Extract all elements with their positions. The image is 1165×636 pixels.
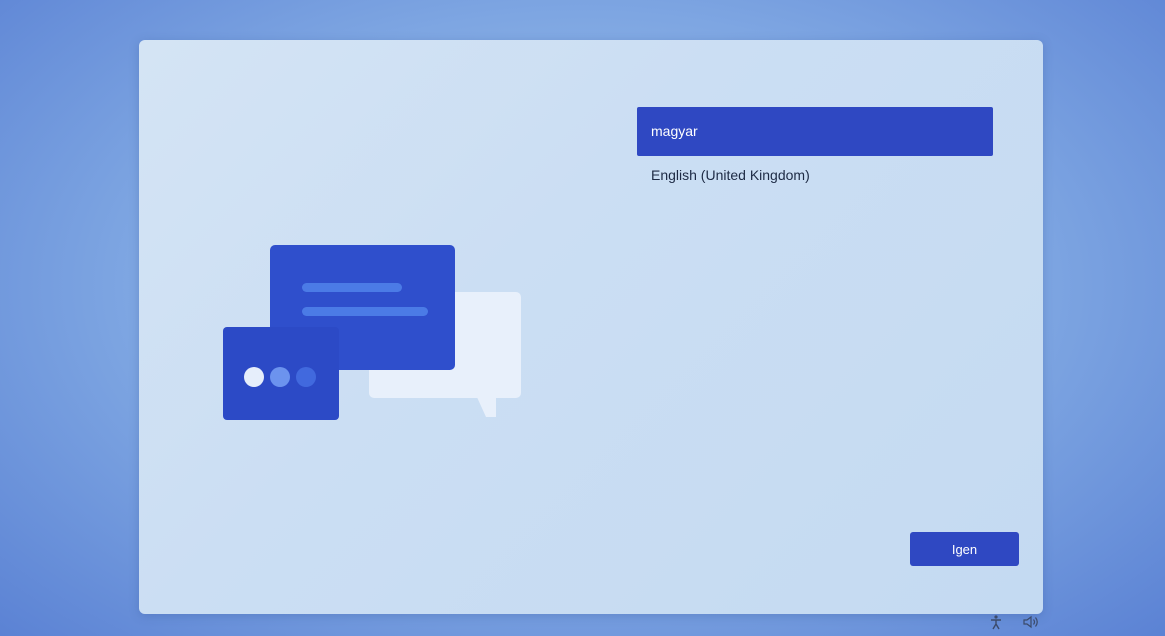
- chat-illustration: [223, 245, 523, 425]
- typing-dot: [270, 367, 290, 387]
- yes-button[interactable]: Igen: [910, 532, 1019, 566]
- speech-bubble-tail: [476, 395, 496, 417]
- text-line-graphic: [302, 307, 428, 316]
- language-option-magyar[interactable]: magyar: [637, 107, 993, 156]
- typing-dot: [296, 367, 316, 387]
- language-option-english-uk[interactable]: English (United Kingdom): [637, 161, 993, 189]
- accessibility-icon[interactable]: [988, 614, 1004, 633]
- setup-panel: magyar English (United Kingdom) Igen: [139, 40, 1043, 614]
- language-list: magyar English (United Kingdom): [637, 107, 993, 189]
- volume-icon[interactable]: [1022, 614, 1040, 633]
- oobe-screen: magyar English (United Kingdom) Igen: [0, 0, 1165, 636]
- text-line-graphic: [302, 283, 402, 292]
- typing-dot: [244, 367, 264, 387]
- typing-card-graphic: [223, 327, 339, 420]
